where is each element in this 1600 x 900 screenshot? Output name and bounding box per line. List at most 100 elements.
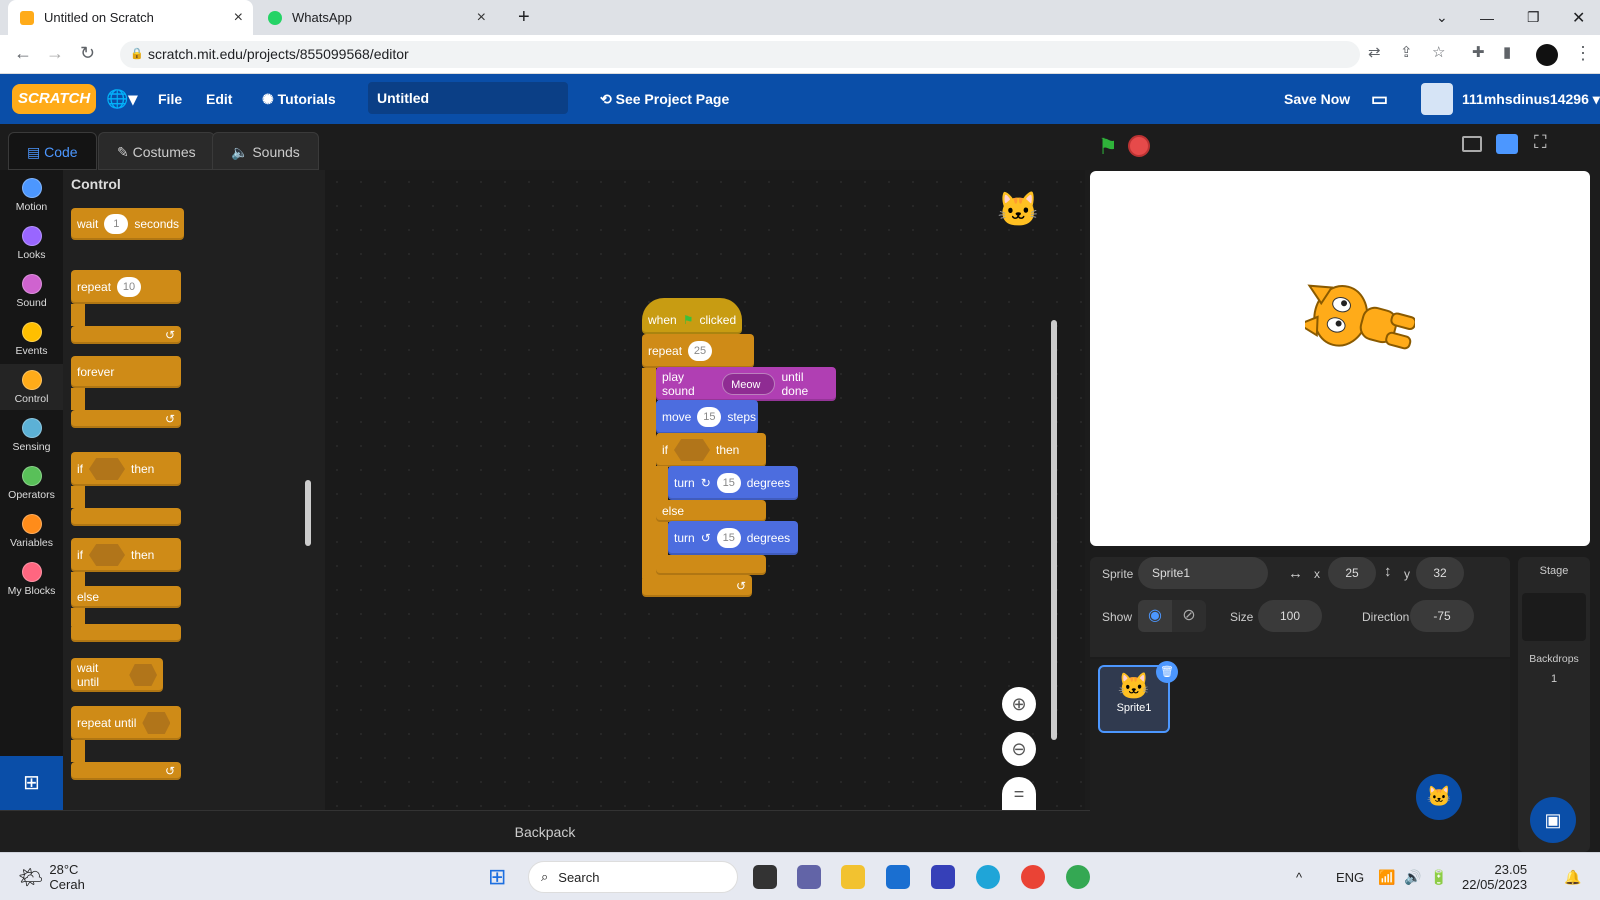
if-then-else-block[interactable]: if then (656, 433, 766, 467)
save-now-button[interactable]: Save Now (1284, 74, 1350, 124)
choose-backdrop-button[interactable]: ▣ (1530, 797, 1576, 843)
category-variables[interactable]: Variables (0, 514, 63, 549)
profile-avatar[interactable] (1536, 44, 1558, 66)
category-operators[interactable]: Operators (0, 466, 63, 501)
weather-widget[interactable]: 🌤 28°C Cerah (18, 853, 85, 900)
repeat-block[interactable]: repeat 25 (642, 334, 754, 368)
my-stuff-folder-icon[interactable]: ▭ (1371, 74, 1388, 124)
small-stage-icon[interactable] (1462, 136, 1482, 152)
workspace-scrollbar[interactable] (1051, 320, 1057, 740)
category-events[interactable]: Events (0, 322, 63, 357)
clock[interactable]: 23.05 22/05/2023 (1462, 853, 1527, 900)
minimize-icon[interactable]: — (1468, 0, 1506, 35)
fullscreen-icon[interactable]: ⛶ (1534, 132, 1547, 153)
reload-icon[interactable]: ↻ (80, 43, 95, 64)
zoom-out-button[interactable]: ⊖ (1002, 732, 1036, 766)
category-sound[interactable]: Sound (0, 274, 63, 309)
bookmark-star-icon[interactable]: ☆ (1432, 43, 1445, 61)
turn-right-block[interactable]: turn ↻ 15 degrees (668, 466, 798, 500)
wait-block[interactable]: wait 1 seconds (71, 208, 184, 240)
repeat-until-block[interactable]: repeat until (71, 706, 181, 740)
wait-until-block[interactable]: wait until (71, 658, 163, 692)
size-input[interactable]: 100 (1258, 600, 1322, 632)
x-input[interactable]: 25 (1328, 557, 1376, 589)
project-title-input[interactable]: Untitled (368, 82, 568, 114)
close-tab-icon[interactable]: × (234, 9, 243, 27)
maximize-icon[interactable]: ❐ (1515, 0, 1552, 35)
tab-search-icon[interactable]: ⌄ (1424, 0, 1460, 35)
back-icon[interactable]: ← (14, 43, 32, 64)
block-input[interactable]: 15 (697, 407, 722, 427)
condition-slot[interactable] (89, 458, 125, 480)
sound-dropdown[interactable]: Meow ▾ (722, 373, 776, 413)
volume-icon[interactable]: 🔊 (1404, 853, 1421, 900)
condition-slot[interactable] (142, 712, 171, 734)
tab-sounds[interactable]: 🔈 Sounds (212, 132, 319, 170)
tab-whatsapp[interactable]: WhatsApp × (256, 0, 496, 35)
category-my-blocks[interactable]: My Blocks (0, 562, 63, 597)
language-globe-icon[interactable]: 🌐▾ (106, 74, 137, 124)
sprite-cat-on-stage[interactable] (1305, 261, 1415, 381)
see-project-page-button[interactable]: ⟲ See Project Page (600, 74, 729, 124)
green-flag-button[interactable]: ⚑ (1098, 134, 1118, 160)
browser-menu-icon[interactable]: ⋮ (1574, 43, 1592, 64)
account-menu[interactable]: 111mhsdinus14296 ▾ (1462, 74, 1600, 124)
choose-sprite-button[interactable]: 🐱 (1416, 774, 1462, 820)
block-input[interactable]: 10 (117, 277, 142, 297)
translate-icon[interactable]: ⇄ (1368, 43, 1381, 61)
mail-icon[interactable] (886, 865, 910, 889)
direction-input[interactable]: -75 (1410, 600, 1474, 632)
windows-start-icon[interactable]: ⊞ (488, 853, 506, 900)
category-looks[interactable]: Looks (0, 226, 63, 261)
play-sound-until-done-block[interactable]: play sound Meow ▾ until done (656, 367, 836, 413)
tab-code[interactable]: ▤ Code (8, 132, 97, 170)
chrome-icon[interactable] (1021, 865, 1045, 889)
if-then-block[interactable]: if then (71, 452, 181, 486)
zoom-reset-button[interactable]: = (1002, 777, 1036, 810)
wifi-icon[interactable]: 📶 (1378, 853, 1395, 900)
edit-menu[interactable]: Edit (206, 74, 232, 124)
user-avatar[interactable] (1421, 83, 1453, 115)
battery-icon[interactable]: 🔋 (1430, 853, 1447, 900)
side-panel-icon[interactable]: ▮ (1503, 43, 1511, 61)
close-window-icon[interactable]: ✕ (1560, 0, 1597, 35)
block-input[interactable]: 15 (716, 473, 741, 493)
show-hidden-icons-chevron-icon[interactable]: ^ (1296, 853, 1302, 900)
tutorials-button[interactable]: ✺ Tutorials (262, 74, 336, 124)
condition-slot[interactable] (674, 439, 710, 461)
file-menu[interactable]: File (158, 74, 182, 124)
stage-selector-pane[interactable]: Stage Backdrops 1 ▣ (1518, 557, 1590, 852)
block-input[interactable]: 15 (716, 528, 741, 548)
block-input[interactable]: 25 (688, 341, 713, 361)
task-view-icon[interactable] (753, 865, 777, 889)
stop-button[interactable] (1128, 135, 1150, 157)
chrome-profile-icon[interactable] (1066, 865, 1090, 889)
notifications-icon[interactable]: 🔔 (1564, 853, 1581, 900)
sprite-tile[interactable]: 🐱 Sprite1 🗑 (1098, 661, 1178, 733)
delete-sprite-trash-icon[interactable]: 🗑 (1156, 661, 1178, 683)
backpack-bar[interactable]: Backpack (0, 810, 1090, 852)
normal-stage-icon[interactable] (1496, 134, 1518, 154)
add-extension-button[interactable]: ⊞ (0, 756, 63, 810)
forward-icon[interactable]: → (46, 43, 64, 64)
stage-canvas[interactable] (1090, 171, 1590, 546)
app-icon[interactable] (931, 865, 955, 889)
tab-costumes[interactable]: ✎ Costumes (98, 132, 215, 170)
condition-slot[interactable] (89, 544, 125, 566)
move-steps-block[interactable]: move 15 steps (656, 400, 758, 434)
new-tab-button[interactable]: + (506, 0, 542, 35)
category-control[interactable]: Control (0, 364, 63, 410)
backdrop-thumbnail[interactable] (1522, 593, 1586, 641)
repeat-block[interactable]: repeat 10 (71, 270, 181, 304)
share-icon[interactable]: ⇪ (1400, 43, 1413, 61)
category-sensing[interactable]: Sensing (0, 418, 63, 453)
url-field[interactable]: 🔒 scratch.mit.edu/projects/855099568/edi… (120, 41, 1360, 68)
script-workspace[interactable]: 🐱 when ⚑ clicked repeat 25 play sound Me… (325, 170, 1085, 810)
tab-scratch[interactable]: Untitled on Scratch × (8, 0, 253, 35)
edge-browser-icon[interactable] (976, 865, 1000, 889)
file-explorer-icon[interactable] (841, 865, 865, 889)
taskbar-search[interactable]: ⌕ Search (528, 861, 738, 893)
y-input[interactable]: 32 (1416, 557, 1464, 589)
block-input[interactable]: 1 (104, 214, 129, 234)
language-indicator[interactable]: ENG (1336, 853, 1364, 900)
